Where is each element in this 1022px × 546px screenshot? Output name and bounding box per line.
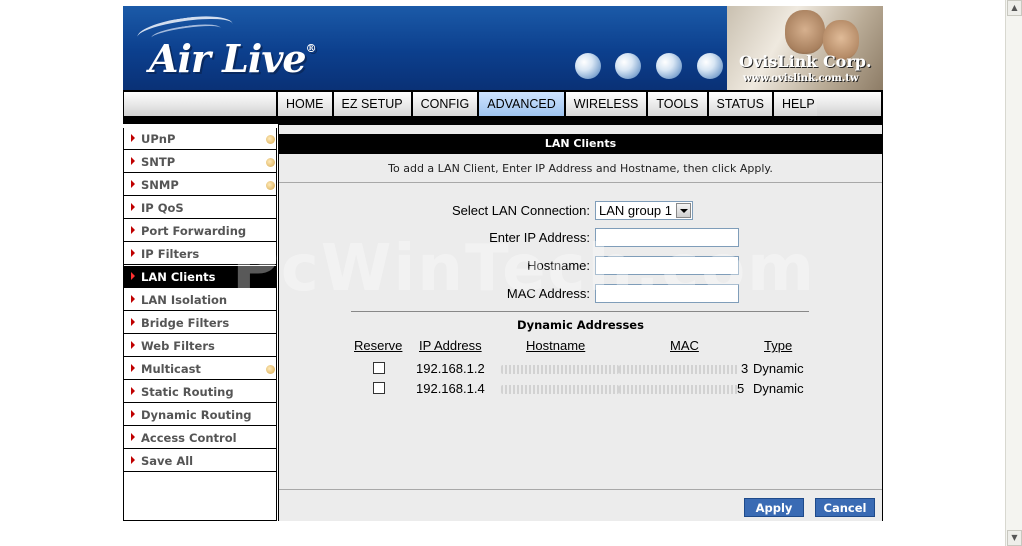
globe-icon: [615, 53, 641, 79]
submenu-dot-icon: [266, 158, 275, 167]
sidebar-item-sntp[interactable]: SNTP: [124, 151, 276, 173]
row-mac-tail: 5: [737, 381, 745, 396]
row-mac-redacted: [619, 385, 739, 394]
hostname-label: Hostname:: [527, 258, 590, 273]
page-title: LAN Clients: [279, 134, 882, 154]
sidebar-item-lan-isolation[interactable]: LAN Isolation: [124, 289, 276, 311]
airlive-logo: Air Live®: [149, 36, 317, 81]
sidebar-item-ip-qos[interactable]: IP QoS: [124, 197, 276, 219]
globe-icon: [656, 53, 682, 79]
nav-wireless[interactable]: WIRELESS: [565, 92, 649, 116]
ip-address-input[interactable]: [595, 228, 739, 247]
nav-spacer: [817, 92, 881, 116]
row-ip-address: 192.168.1.4: [416, 381, 485, 396]
arrow-right-icon: [131, 295, 135, 303]
router-admin-frame: Air Live® OvisLink Corp. www.ovislink.co…: [123, 6, 883, 521]
sidebar-item-save-all[interactable]: Save All: [124, 450, 276, 472]
scroll-up-arrow-icon[interactable]: ▲: [1007, 0, 1022, 16]
submenu-dot-icon: [266, 181, 275, 190]
cancel-button[interactable]: Cancel: [815, 498, 875, 517]
person-photo: [785, 10, 825, 54]
arrow-right-icon: [131, 433, 135, 441]
column-header-reserve: Reserve: [354, 338, 403, 353]
sidebar-item-bridge-filters[interactable]: Bridge Filters: [124, 312, 276, 334]
ip-address-label: Enter IP Address:: [489, 230, 590, 245]
column-header-hostname: Hostname: [526, 338, 586, 353]
submenu-dot-icon: [266, 135, 275, 144]
nav-ez-setup[interactable]: EZ SETUP: [333, 92, 413, 116]
row-hostname-redacted: [501, 365, 619, 374]
reserve-checkbox[interactable]: [373, 382, 385, 394]
arrow-right-icon: [131, 249, 135, 257]
row-mac-tail: 3: [741, 361, 749, 376]
button-bar: Apply Cancel: [279, 489, 882, 521]
sidebar-item-lan-clients[interactable]: LAN Clients: [124, 266, 276, 288]
sidebar-item-ip-filters[interactable]: IP Filters: [124, 243, 276, 265]
scroll-down-arrow-icon[interactable]: ▼: [1007, 530, 1022, 546]
arrow-right-icon: [131, 203, 135, 211]
arrow-right-icon: [131, 456, 135, 464]
column-header-ip-address: IP Address: [419, 338, 482, 353]
sidebar-item-web-filters[interactable]: Web Filters: [124, 335, 276, 357]
arrow-right-icon: [131, 134, 135, 142]
lan-clients-panel: LAN Clients To add a LAN Client, Enter I…: [278, 124, 883, 521]
row-mac-redacted: [619, 365, 739, 374]
column-header-type: Type: [764, 338, 793, 353]
sidebar-item-dynamic-routing[interactable]: Dynamic Routing: [124, 404, 276, 426]
row-hostname-redacted: [501, 385, 619, 394]
divider: [351, 311, 809, 312]
page-scrollbar[interactable]: ▲ ▼: [1005, 0, 1022, 546]
sidebar-item-snmp[interactable]: SNMP: [124, 174, 276, 196]
chevron-down-icon: [676, 203, 691, 218]
arrow-right-icon: [131, 364, 135, 372]
arrow-right-icon: [131, 272, 135, 280]
arrow-right-icon: [131, 180, 135, 188]
submenu-dot-icon: [266, 365, 275, 374]
nav-tools[interactable]: TOOLS: [648, 92, 709, 116]
advanced-sidebar-menu: UPnP SNTP SNMP IP QoS Port Forwarding IP…: [123, 128, 277, 521]
arrow-right-icon: [131, 341, 135, 349]
sidebar-item-multicast[interactable]: Multicast: [124, 358, 276, 380]
apply-button[interactable]: Apply: [744, 498, 804, 517]
top-nav-bar: HOME EZ SETUP CONFIG ADVANCED WIRELESS T…: [123, 90, 883, 124]
arrow-right-icon: [131, 226, 135, 234]
arrow-right-icon: [131, 318, 135, 326]
sidebar-item-upnp[interactable]: UPnP: [124, 128, 276, 150]
nav-home[interactable]: HOME: [278, 92, 334, 116]
hostname-input[interactable]: [595, 256, 739, 275]
main-nav: HOME EZ SETUP CONFIG ADVANCED WIRELESS T…: [278, 92, 825, 116]
nav-config[interactable]: CONFIG: [412, 92, 480, 116]
arrow-right-icon: [131, 410, 135, 418]
globe-icon: [697, 53, 723, 79]
nav-spacer: [124, 92, 276, 116]
arrow-right-icon: [131, 157, 135, 165]
row-type: Dynamic: [753, 361, 804, 376]
sidebar-item-port-forwarding[interactable]: Port Forwarding: [124, 220, 276, 242]
corp-url: www.ovislink.com.tw: [743, 73, 859, 84]
sidebar-item-access-control[interactable]: Access Control: [124, 427, 276, 449]
column-header-mac: MAC: [670, 338, 699, 353]
header-banner: Air Live® OvisLink Corp. www.ovislink.co…: [123, 6, 883, 90]
page-instructions: To add a LAN Client, Enter IP Address an…: [279, 156, 882, 183]
corp-name: OvisLink Corp.: [739, 52, 872, 71]
nav-advanced[interactable]: ADVANCED: [479, 92, 566, 116]
row-type: Dynamic: [753, 381, 804, 396]
nav-status[interactable]: STATUS: [708, 92, 774, 116]
dynamic-addresses-title: Dynamic Addresses: [517, 318, 644, 332]
lan-connection-select[interactable]: LAN group 1: [595, 201, 693, 220]
mac-address-input[interactable]: [595, 284, 739, 303]
sidebar-item-static-routing[interactable]: Static Routing: [124, 381, 276, 403]
mac-address-label: MAC Address:: [506, 286, 590, 301]
row-ip-address: 192.168.1.2: [416, 361, 485, 376]
select-lan-connection-label: Select LAN Connection:: [451, 203, 590, 218]
arrow-right-icon: [131, 387, 135, 395]
globe-icon: [575, 53, 601, 79]
reserve-checkbox[interactable]: [373, 362, 385, 374]
